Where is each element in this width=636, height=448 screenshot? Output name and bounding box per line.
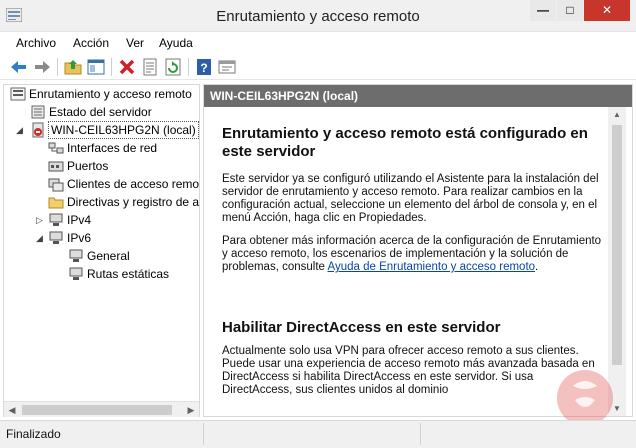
- show-hide-tree-icon[interactable]: [86, 57, 106, 77]
- tree-item-label: WIN-CEIL63HPG2N (local): [48, 121, 199, 139]
- minimize-icon: —: [537, 3, 549, 17]
- svg-text:?: ?: [200, 61, 207, 75]
- collapsed-chevron-icon[interactable]: ▷: [36, 211, 46, 229]
- maximize-icon: □: [566, 3, 574, 17]
- properties-icon[interactable]: [140, 57, 160, 77]
- scroll-thumb[interactable]: [22, 405, 172, 415]
- console-icon[interactable]: [217, 57, 237, 77]
- toolbar-separator: [188, 58, 189, 76]
- minimize-button[interactable]: —: [530, 0, 556, 21]
- maximize-button[interactable]: □: [557, 0, 583, 21]
- console-tree[interactable]: Enrutamiento y acceso remoto Estado del …: [3, 84, 200, 417]
- tree-horizontal-scrollbar[interactable]: ◀ ▶: [4, 401, 199, 417]
- menu-accion[interactable]: Acción: [73, 36, 109, 50]
- toolbar: ?: [0, 54, 636, 80]
- expanded-chevron-icon[interactable]: ◢: [16, 121, 26, 139]
- close-icon: ✕: [601, 3, 613, 17]
- menu-ayuda[interactable]: Ayuda: [159, 36, 193, 50]
- tree-item-label: Interfaces de red: [67, 141, 158, 155]
- ipv4-icon: [49, 213, 63, 226]
- title-bar: Enrutamiento y acceso remoto — □ ✕: [0, 0, 636, 32]
- menu-bar: Archivo Acción Ver Ayuda: [0, 33, 636, 53]
- menu-ver[interactable]: Ver: [126, 36, 144, 50]
- general-icon: [69, 249, 83, 262]
- menu-archivo[interactable]: Archivo: [16, 36, 56, 50]
- tree-item-label: IPv4: [67, 213, 92, 227]
- delete-icon[interactable]: [117, 57, 137, 77]
- pane-header: WIN-CEIL63HPG2N (local): [204, 85, 632, 107]
- up-folder-icon[interactable]: [63, 57, 83, 77]
- tree-item-label: Puertos: [67, 159, 109, 173]
- close-button[interactable]: ✕: [584, 0, 630, 21]
- interfaces-icon: [48, 142, 64, 154]
- forward-arrow-icon[interactable]: [32, 57, 52, 77]
- status-text: Finalizado: [6, 427, 61, 441]
- refresh-icon[interactable]: [163, 57, 183, 77]
- rras-root-icon: [10, 87, 26, 101]
- scroll-up-icon[interactable]: ▲: [608, 107, 626, 123]
- configured-paragraph: Este servidor ya se configuró utilizando…: [222, 173, 599, 224]
- ports-icon: [48, 161, 64, 172]
- help-icon[interactable]: ?: [194, 57, 214, 77]
- back-arrow-icon[interactable]: [9, 57, 29, 77]
- tree-item-label: Directivas y registro de a: [67, 195, 200, 209]
- directaccess-heading: Habilitar DirectAccess en este servidor: [222, 319, 501, 336]
- status-divider: [420, 423, 421, 445]
- tree-item-label: IPv6: [67, 231, 92, 245]
- server-status-icon: [31, 105, 45, 119]
- clients-icon: [48, 178, 64, 192]
- tree-item-label: Clientes de acceso remo: [67, 177, 200, 191]
- expanded-chevron-icon[interactable]: ◢: [36, 229, 46, 247]
- static-routes-icon: [69, 267, 83, 280]
- scroll-right-icon[interactable]: ▶: [183, 402, 199, 418]
- rras-help-link[interactable]: Ayuda de Enrutamiento y acceso remoto: [327, 261, 535, 273]
- tree-item-label: Enrutamiento y acceso remoto: [29, 87, 192, 101]
- toolbar-separator: [111, 58, 112, 76]
- tree-item-label: Estado del servidor: [49, 105, 152, 119]
- status-divider: [203, 423, 204, 445]
- ipv6-icon: [49, 231, 63, 244]
- status-bar: Finalizado: [0, 420, 636, 448]
- configured-heading: Enrutamiento y acceso remoto está config…: [222, 125, 588, 160]
- tree-item-label: Rutas estáticas: [87, 267, 170, 281]
- help-paragraph: Para obtener más información acerca de l…: [222, 235, 602, 274]
- server-stopped-icon: [32, 122, 44, 138]
- policies-folder-icon: [48, 197, 64, 209]
- toolbar-separator: [57, 58, 58, 76]
- help-paragraph-end: .: [535, 261, 539, 273]
- scroll-thumb[interactable]: [612, 125, 622, 365]
- scroll-left-icon[interactable]: ◀: [4, 402, 20, 418]
- tree-item-label: General: [87, 249, 130, 263]
